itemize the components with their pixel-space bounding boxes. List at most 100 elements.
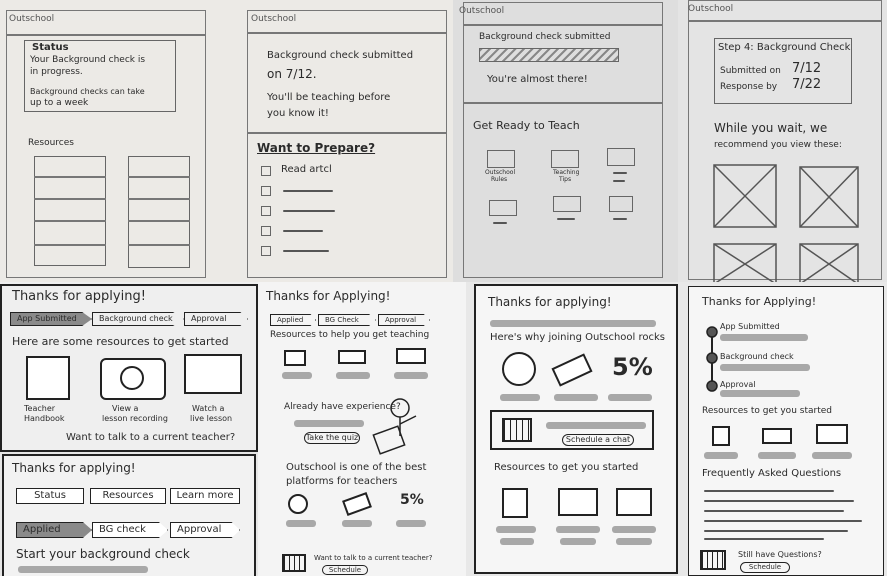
schedule-button[interactable]: Schedule [322, 565, 368, 575]
faq-item [704, 510, 844, 512]
resources-heading: Resources to help you get teaching [270, 330, 430, 340]
resource-caption [394, 372, 428, 379]
teaching-text: You'll be teaching before [267, 92, 391, 103]
stat-caption [342, 520, 372, 527]
resource-label: live lesson [190, 414, 233, 423]
sketch-panel-7: Thanks for applying! Here's why joining … [466, 282, 682, 576]
brand-label: Outschool [459, 6, 505, 16]
sketch-panel-6: Thanks for Applying! Applied BG Check Ap… [258, 282, 466, 576]
resource-label: Teacher [24, 404, 56, 413]
checklist-scribble [283, 210, 335, 212]
section-divider [463, 102, 663, 104]
resource-label: View a [112, 404, 139, 413]
page-title: Thanks for applying! [488, 295, 612, 309]
play-button-icon [120, 366, 144, 390]
checkbox[interactable] [261, 226, 271, 236]
experience-caption [294, 420, 364, 427]
clock-icon [288, 494, 308, 514]
phone-frame [463, 2, 663, 278]
percent-stat: 5% [612, 353, 653, 381]
resources-heading: Resources to get you started [494, 462, 639, 473]
vertical-stepper [706, 326, 718, 392]
header-divider [463, 24, 663, 26]
card-line [128, 244, 190, 246]
handbook-icon[interactable] [26, 356, 70, 400]
schedule-chat-button[interactable]: Schedule a chat [562, 434, 634, 446]
tab-status[interactable]: Status [16, 488, 84, 504]
faq-item [704, 530, 848, 532]
status-line: Your Background check is [30, 55, 146, 65]
book-icon[interactable] [712, 426, 730, 446]
money-icon [342, 492, 372, 516]
computer-icon[interactable] [616, 488, 652, 516]
calendar-icon [700, 550, 726, 570]
step-bg-check: BG check [92, 522, 168, 538]
computer-icon[interactable] [396, 348, 426, 364]
chat-caption [546, 422, 646, 429]
sketch-panel-5: Thanks for applying! App Submitted Backg… [0, 282, 258, 452]
video-icon[interactable] [558, 488, 598, 516]
schedule-button[interactable]: Schedule [740, 562, 790, 573]
video-icon[interactable] [338, 350, 366, 364]
resource-icon[interactable] [607, 148, 635, 166]
placeholder-images [713, 164, 859, 282]
faq-heading: Frequently Asked Questions [702, 468, 842, 479]
card-line [34, 198, 106, 200]
calendar-icon [502, 418, 532, 442]
take-quiz-button[interactable]: Take the quiz [304, 432, 360, 444]
resource-card[interactable] [34, 156, 106, 266]
progress-label: Background check submitted [479, 32, 611, 42]
checklist-scribble [283, 230, 323, 232]
resources-heading: Resources [28, 138, 74, 148]
book-icon[interactable] [502, 488, 528, 518]
card-line [34, 220, 106, 222]
why-heading: Here's why joining Outschool rocks [490, 332, 665, 343]
page-title: Thanks for Applying! [266, 289, 391, 303]
book-icon[interactable] [284, 350, 306, 366]
faq-item [704, 490, 834, 492]
live-lesson-icon[interactable] [184, 354, 242, 394]
sketch-panel-3: Outschool Background check submitted You… [453, 0, 678, 282]
resource-icon[interactable] [487, 150, 515, 168]
status-line: in progress. [30, 67, 83, 77]
resource-label: Handbook [24, 414, 65, 423]
checkbox[interactable] [261, 206, 271, 216]
status-title: Status [32, 42, 69, 53]
progress-bar [479, 48, 619, 62]
brand-label: Outschool [251, 14, 297, 24]
checklist-scribble [283, 250, 329, 252]
prepare-heading: Want to Prepare? [257, 141, 376, 155]
resource-icon[interactable] [489, 200, 517, 216]
resource-scribble [613, 180, 625, 182]
checkbox[interactable] [261, 166, 271, 176]
step-approval: Approval [170, 522, 240, 538]
checkbox[interactable] [261, 186, 271, 196]
resource-caption [616, 538, 652, 545]
card-line [128, 198, 190, 200]
resource-label: lesson recording [102, 414, 168, 423]
computer-icon[interactable] [816, 424, 848, 444]
tab-learn-more[interactable]: Learn more [170, 488, 240, 504]
resource-icon[interactable] [551, 150, 579, 168]
card-line [34, 244, 106, 246]
sketch-panel-1: Outschool Status Your Background check i… [0, 0, 225, 282]
tab-resources[interactable]: Resources [90, 488, 166, 504]
talk-text: Want to talk to a current teacher? [314, 554, 433, 562]
sketch-panel-4: Outschool Step 4: Background Check Submi… [678, 0, 887, 282]
step-applied: Applied [16, 522, 92, 538]
video-icon[interactable] [762, 428, 792, 444]
stat-caption [608, 394, 652, 401]
stat-caption [396, 520, 426, 527]
resource-icon[interactable] [609, 196, 633, 212]
sketch-panel-9: Thanks for applying! Status Resources Le… [0, 452, 258, 576]
resources-heading: Resources to get you started [702, 406, 832, 416]
title-underline [490, 320, 656, 327]
resource-scribble [493, 222, 507, 224]
resource-icon[interactable] [553, 196, 581, 212]
checkbox[interactable] [261, 246, 271, 256]
resource-caption [612, 526, 656, 533]
resource-card[interactable] [128, 156, 190, 268]
submitted-text: Background check submitted [267, 50, 414, 61]
resource-caption [496, 526, 536, 533]
step-background-check: Background check [92, 312, 184, 326]
